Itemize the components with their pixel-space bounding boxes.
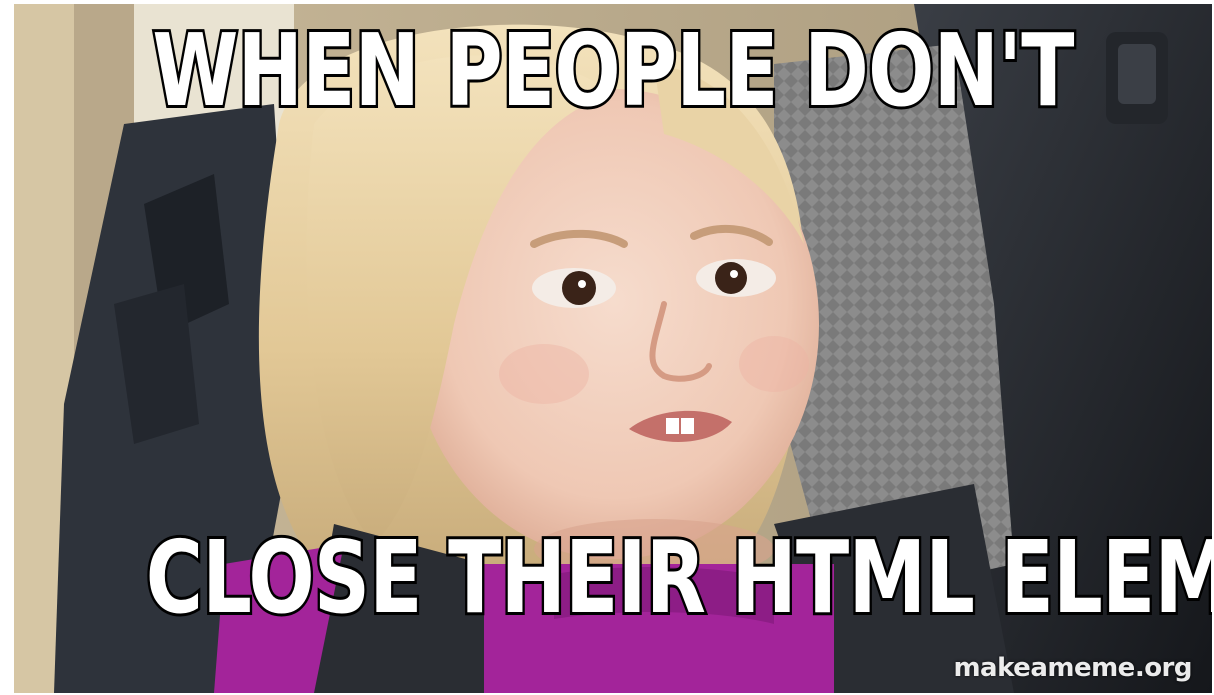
meme-image: WHEN PEOPLE DON'T CLOSE THEIR HTML ELEME… [14, 4, 1212, 693]
meme-top-caption: WHEN PEOPLE DON'T [150, 9, 1077, 132]
watermark-text: makeameme.org [953, 653, 1192, 683]
meme-bottom-caption: CLOSE THEIR HTML ELEMENTS [143, 516, 1212, 639]
